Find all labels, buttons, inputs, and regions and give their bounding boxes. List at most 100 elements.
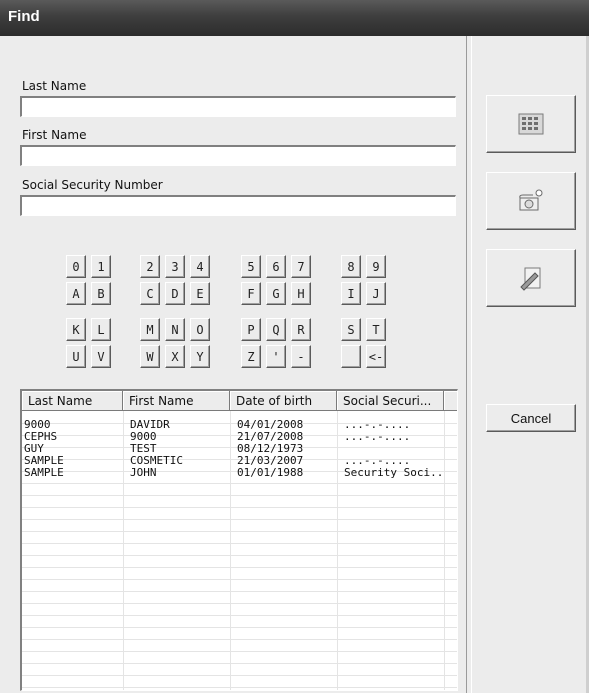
pane-divider [466,36,472,693]
cell-first-name: JOHN [130,467,157,479]
keypad-icon [518,113,544,135]
cell-first-name: TEST [130,443,157,455]
key-button[interactable]: 8 [341,255,361,278]
cell-date-of-birth: 21/07/2008 [237,431,304,443]
key-button[interactable]: Z [241,345,261,368]
column-header-first-name[interactable]: First Name [123,391,230,411]
key-button[interactable]: A [66,282,86,305]
cancel-button[interactable]: Cancel [486,404,576,432]
ssn-input[interactable] [22,197,455,215]
column-header-date-of-birth[interactable]: Date of birth [230,391,337,411]
key-button[interactable]: F [241,282,261,305]
row-gridline [22,675,457,676]
window-title: Find [8,8,40,25]
last-name-input[interactable] [22,98,455,116]
key-button[interactable]: R [291,318,311,341]
key-button[interactable]: D [165,282,185,305]
first-name-input[interactable] [22,147,455,165]
key-button[interactable]: L [91,318,111,341]
cell-last-name: GUY [24,443,44,455]
key-button[interactable]: 4 [190,255,210,278]
cell-ssn: ...-.-.... [344,455,411,467]
row-gridline [22,507,457,508]
cell-first-name: COSMETIC [130,455,183,467]
key-button[interactable]: X [165,345,185,368]
key-button[interactable]: Q [266,318,286,341]
row-gridline [22,615,457,616]
table-header: Last Name First Name Date of birth Socia… [22,391,457,411]
key-button[interactable]: P [241,318,261,341]
row-gridline [22,687,457,688]
table-row[interactable]: SAMPLE JOHN 01/01/1988 Security Soci... [22,467,457,479]
row-gridline [22,579,457,580]
camera-button[interactable] [486,172,576,230]
key-button[interactable]: V [91,345,111,368]
cell-ssn: ...-.-.... [344,419,411,431]
cell-last-name: SAMPLE [24,467,64,479]
results-table[interactable]: Last Name First Name Date of birth Socia… [20,389,458,691]
cell-date-of-birth: 08/12/1973 [237,443,304,455]
key-button[interactable]: I [341,282,361,305]
last-name-field[interactable] [20,96,456,117]
key-button[interactable]: H [291,282,311,305]
key-button[interactable]: 0 [66,255,86,278]
key-button[interactable]: 9 [366,255,386,278]
column-header-ssn[interactable]: Social Securi... [337,391,444,411]
key-button[interactable]: S [341,318,361,341]
row-gridline [22,555,457,556]
cell-date-of-birth: 04/01/2008 [237,419,304,431]
table-row[interactable]: CEPHS 9000 21/07/2008 ...-.-.... [22,431,457,443]
cell-date-of-birth: 21/03/2007 [237,455,304,467]
key-button[interactable]: ' [266,345,286,368]
key-button[interactable]: U [66,345,86,368]
key-button[interactable]: - [291,345,311,368]
table-row[interactable]: GUY TEST 08/12/1973 [22,443,457,455]
key-button[interactable]: M [140,318,160,341]
key-button[interactable]: O [190,318,210,341]
keypad-toggle-button[interactable] [486,95,576,153]
key-button[interactable]: B [91,282,111,305]
first-name-field[interactable] [20,145,456,166]
cell-ssn: Security Soci... [344,467,444,479]
key-button[interactable]: E [190,282,210,305]
row-gridline [22,651,457,652]
key-button[interactable]: K [66,318,86,341]
row-gridline [22,591,457,592]
key-button[interactable]: G [266,282,286,305]
key-button[interactable]: C [140,282,160,305]
key-button[interactable]: Y [190,345,210,368]
edit-button[interactable] [486,249,576,307]
key-button[interactable]: <- [366,345,386,368]
row-gridline [22,495,457,496]
key-button[interactable]: 5 [241,255,261,278]
ssn-label: Social Security Number [22,178,163,192]
key-button[interactable]: N [165,318,185,341]
cell-last-name: SAMPLE [24,455,64,467]
camera-icon [519,189,543,211]
cell-first-name: 9000 [130,431,157,443]
column-header-last-name[interactable]: Last Name [22,391,123,411]
cell-date-of-birth: 01/01/1988 [237,467,304,479]
key-button[interactable]: T [366,318,386,341]
row-gridline [22,567,457,568]
row-gridline [22,663,457,664]
key-button[interactable]: W [140,345,160,368]
last-name-label: Last Name [22,79,87,93]
key-button[interactable]: 2 [140,255,160,278]
column-header-filler [444,391,457,411]
cell-first-name: DAVIDR [130,419,170,431]
key-button[interactable]: 3 [165,255,185,278]
table-row[interactable]: SAMPLE COSMETIC 21/03/2007 ...-.-.... [22,455,457,467]
row-gridline [22,627,457,628]
key-button[interactable]: 1 [91,255,111,278]
key-button[interactable]: 7 [291,255,311,278]
row-gridline [22,531,457,532]
key-button[interactable] [341,345,361,368]
ssn-field[interactable] [20,195,456,216]
cell-last-name: 9000 [24,419,51,431]
table-row[interactable]: 9000 DAVIDR 04/01/2008 ...-.-.... [22,419,457,431]
row-gridline [22,603,457,604]
key-button[interactable]: J [366,282,386,305]
key-button[interactable]: 6 [266,255,286,278]
row-gridline [22,483,457,484]
